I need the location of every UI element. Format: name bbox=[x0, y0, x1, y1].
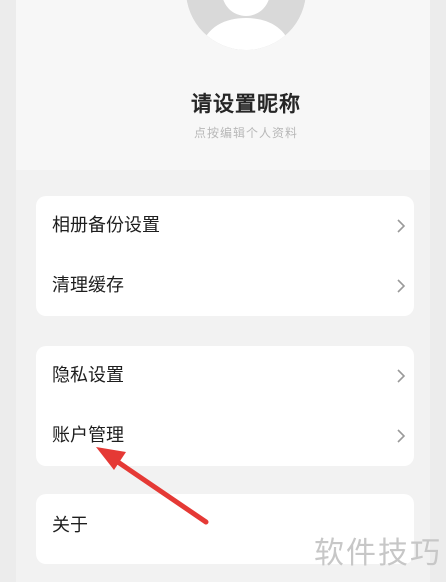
nickname[interactable]: 请设置昵称 bbox=[16, 88, 446, 118]
chevron-right-icon bbox=[397, 429, 406, 443]
left-margin bbox=[0, 0, 16, 582]
settings-card-2: 隐私设置 账户管理 bbox=[36, 346, 414, 466]
chevron-right-icon bbox=[397, 279, 406, 293]
settings-card-1: 相册备份设置 清理缓存 bbox=[36, 196, 414, 316]
profile-header[interactable]: 请设置昵称 点按编辑个人资料 bbox=[16, 0, 430, 170]
menu-item-label: 相册备份设置 bbox=[52, 215, 160, 236]
menu-item-label: 清理缓存 bbox=[52, 275, 124, 296]
menu-item-account[interactable]: 账户管理 bbox=[36, 406, 414, 466]
menu-item-album-backup[interactable]: 相册备份设置 bbox=[36, 196, 414, 256]
menu-item-label: 关于 bbox=[52, 515, 88, 536]
menu-item-label: 隐私设置 bbox=[52, 365, 124, 386]
chevron-right-icon bbox=[397, 369, 406, 383]
watermark: 软件技巧 bbox=[314, 536, 442, 571]
menu-item-clear-cache[interactable]: 清理缓存 bbox=[36, 256, 414, 316]
user-silhouette-icon bbox=[186, 0, 306, 50]
menu-item-label: 账户管理 bbox=[52, 425, 124, 446]
menu-item-privacy[interactable]: 隐私设置 bbox=[36, 346, 414, 406]
avatar[interactable] bbox=[186, 0, 306, 50]
edit-profile-hint: 点按编辑个人资料 bbox=[193, 126, 298, 140]
chevron-right-icon bbox=[397, 219, 406, 233]
